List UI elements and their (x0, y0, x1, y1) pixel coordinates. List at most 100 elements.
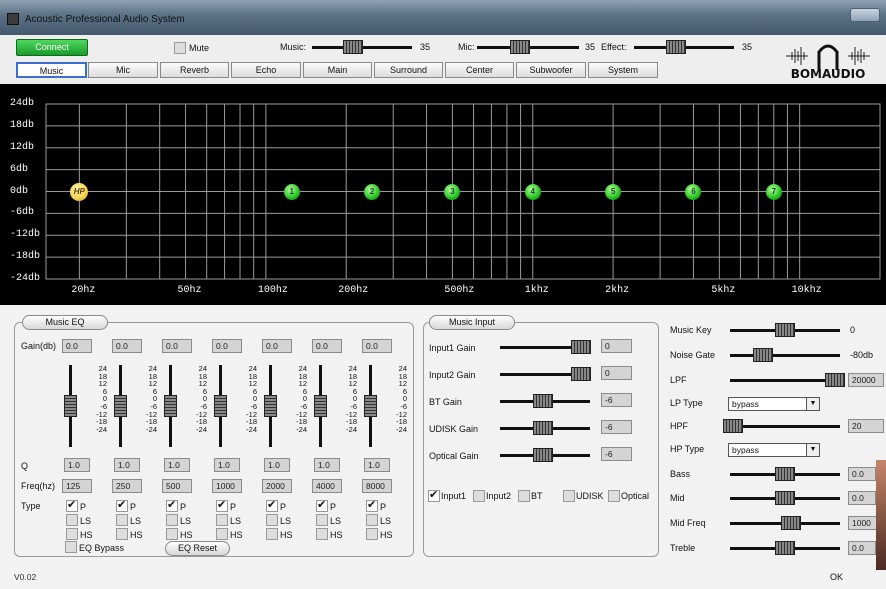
band-gain-slider-thumb[interactable] (214, 395, 227, 417)
band-gain-slider-thumb[interactable] (314, 395, 327, 417)
input-gain-value[interactable]: -6 (601, 393, 632, 407)
band-type-p-checkbox[interactable] (266, 498, 278, 512)
treble-slider-thumb[interactable] (775, 541, 795, 555)
lpf-slider-track[interactable] (730, 379, 840, 382)
band-freq-field[interactable]: 500 (162, 479, 192, 493)
band-type-hs-checkbox[interactable] (266, 528, 278, 540)
band-gain-slider-thumb[interactable] (114, 395, 127, 417)
band-gain-field[interactable]: 0.0 (262, 339, 292, 353)
band-freq-field[interactable]: 2000 (262, 479, 292, 493)
band-type-hs-checkbox[interactable] (216, 528, 228, 540)
band-type-ls-checkbox[interactable] (366, 514, 378, 526)
effect-volume-thumb[interactable] (666, 40, 686, 54)
treble-value[interactable]: 0.0 (848, 541, 876, 555)
band-q-field[interactable]: 1.0 (64, 458, 90, 472)
band-gain-slider-thumb[interactable] (164, 395, 177, 417)
band-type-ls-checkbox[interactable] (216, 514, 228, 526)
source-optical-checkbox[interactable] (608, 490, 620, 502)
band-gain-field[interactable]: 0.0 (312, 339, 342, 353)
band-type-p-checkbox[interactable] (216, 498, 228, 512)
input-gain-thumb[interactable] (533, 421, 554, 435)
source-input1-checkbox[interactable] (428, 488, 440, 502)
hpf-slider-track[interactable] (730, 425, 840, 428)
input-gain-thumb[interactable] (571, 367, 591, 381)
band-gain-slider-thumb[interactable] (264, 395, 277, 417)
mute-checkbox[interactable] (174, 42, 186, 54)
eq-band-node-1[interactable]: 1 (283, 183, 300, 200)
band-q-field[interactable]: 1.0 (164, 458, 190, 472)
hp-type-dropdown-arrow[interactable]: ▼ (806, 444, 819, 456)
tab-reverb[interactable]: Reverb (160, 62, 229, 78)
band-type-hs-checkbox[interactable] (116, 528, 128, 540)
band-q-field[interactable]: 1.0 (264, 458, 290, 472)
band-gain-field[interactable]: 0.0 (112, 339, 142, 353)
mid-slider-thumb[interactable] (775, 491, 795, 505)
band-q-field[interactable]: 1.0 (114, 458, 140, 472)
eq-band-node-6[interactable]: 6 (685, 183, 702, 200)
tab-surround[interactable]: Surround (374, 62, 443, 78)
lpf-value[interactable]: 20000 (848, 373, 884, 387)
tab-music[interactable]: Music (16, 62, 87, 78)
band-q-field[interactable]: 1.0 (314, 458, 340, 472)
noise-gate-slider-track[interactable] (730, 354, 840, 357)
band-type-ls-checkbox[interactable] (316, 514, 328, 526)
minimize-button[interactable] (850, 8, 880, 22)
band-gain-slider-thumb[interactable] (64, 395, 77, 417)
band-freq-field[interactable]: 1000 (212, 479, 242, 493)
tab-main[interactable]: Main (303, 62, 372, 78)
band-gain-field[interactable]: 0.0 (212, 339, 242, 353)
eq-reset-button[interactable]: EQ Reset (165, 541, 230, 556)
band-type-p-checkbox[interactable] (66, 498, 78, 512)
input-gain-value[interactable]: -6 (601, 420, 632, 434)
eq-band-node-2[interactable]: 2 (364, 183, 381, 200)
eq-band-node-4[interactable]: 4 (524, 183, 541, 200)
input-gain-thumb[interactable] (571, 340, 591, 354)
band-type-hs-checkbox[interactable] (366, 528, 378, 540)
band-type-p-checkbox[interactable] (316, 498, 328, 512)
bass-slider-thumb[interactable] (775, 467, 795, 481)
band-type-ls-checkbox[interactable] (116, 514, 128, 526)
eq-band-node-5[interactable]: 5 (605, 183, 622, 200)
lp-type-dropdown-arrow[interactable]: ▼ (806, 398, 819, 410)
band-gain-slider-thumb[interactable] (364, 395, 377, 417)
eq-band-node-3[interactable]: 3 (444, 183, 461, 200)
tab-mic[interactable]: Mic (88, 62, 158, 78)
eq-band-node-7[interactable]: 7 (765, 183, 782, 200)
eq-bypass-checkbox[interactable] (65, 541, 77, 553)
source-bt-checkbox[interactable] (518, 490, 530, 502)
band-type-hs-checkbox[interactable] (166, 528, 178, 540)
tab-system[interactable]: System (588, 62, 658, 78)
band-type-p-checkbox[interactable] (166, 498, 178, 512)
band-freq-field[interactable]: 125 (62, 479, 92, 493)
tab-subwoofer[interactable]: Subwoofer (516, 62, 586, 78)
band-freq-field[interactable]: 250 (112, 479, 142, 493)
input-gain-value[interactable]: 0 (601, 366, 632, 380)
band-type-ls-checkbox[interactable] (166, 514, 178, 526)
input-gain-value[interactable]: 0 (601, 339, 632, 353)
band-type-hs-checkbox[interactable] (66, 528, 78, 540)
hpf-slider-thumb[interactable] (723, 419, 744, 433)
input-gain-value[interactable]: -6 (601, 447, 632, 461)
eq-graph[interactable] (0, 84, 886, 305)
bass-value[interactable]: 0.0 (848, 467, 876, 481)
band-type-hs-checkbox[interactable] (316, 528, 328, 540)
mid-freq-slider-thumb[interactable] (780, 516, 801, 530)
connect-button[interactable]: Connect (16, 39, 88, 56)
band-gain-field[interactable]: 0.0 (162, 339, 192, 353)
band-type-ls-checkbox[interactable] (66, 514, 78, 526)
mic-volume-thumb[interactable] (510, 40, 530, 54)
tab-echo[interactable]: Echo (231, 62, 301, 78)
noise-gate-slider-thumb[interactable] (753, 348, 773, 362)
input-gain-thumb[interactable] (533, 448, 554, 462)
band-gain-field[interactable]: 0.0 (362, 339, 392, 353)
band-type-p-checkbox[interactable] (116, 498, 128, 512)
music-key-slider-thumb[interactable] (775, 323, 795, 337)
band-gain-field[interactable]: 0.0 (62, 339, 92, 353)
band-type-ls-checkbox[interactable] (266, 514, 278, 526)
band-freq-field[interactable]: 4000 (312, 479, 342, 493)
tab-center[interactable]: Center (445, 62, 514, 78)
lpf-slider-thumb[interactable] (824, 373, 845, 387)
hp-filter-node[interactable]: HP (70, 182, 89, 201)
band-q-field[interactable]: 1.0 (214, 458, 240, 472)
mid-value[interactable]: 0.0 (848, 491, 876, 505)
